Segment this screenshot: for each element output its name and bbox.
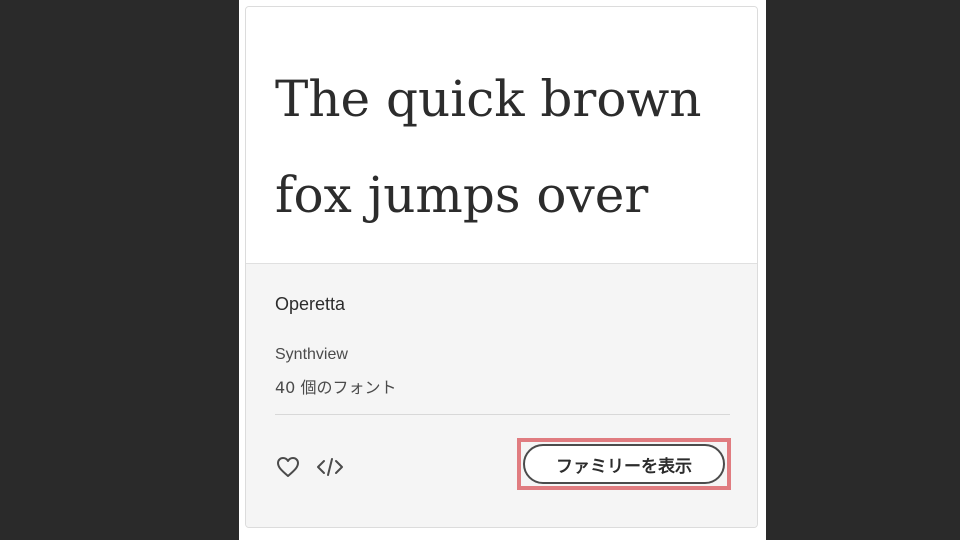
embed-code-button[interactable] (316, 454, 344, 480)
heart-icon (277, 457, 299, 477)
font-preview[interactable]: The quick brown fox jumps over the lazy … (246, 7, 757, 263)
font-family-card[interactable]: The quick brown fox jumps over the lazy … (245, 6, 758, 528)
card-info: Operetta Synthview 40 個のフォント ファミリーを表示 (246, 263, 757, 527)
family-name[interactable]: Operetta (275, 294, 345, 315)
preview-text: The quick brown fox jumps over the lazy … (275, 70, 702, 263)
foundry-name[interactable]: Synthview (275, 346, 348, 364)
divider (275, 414, 730, 415)
font-count: 40 個のフォント (275, 378, 397, 397)
favorite-button[interactable] (274, 454, 302, 480)
page: The quick brown fox jumps over the lazy … (0, 0, 960, 540)
code-icon (317, 458, 343, 476)
view-family-button[interactable]: ファミリーを表示 (523, 444, 725, 484)
